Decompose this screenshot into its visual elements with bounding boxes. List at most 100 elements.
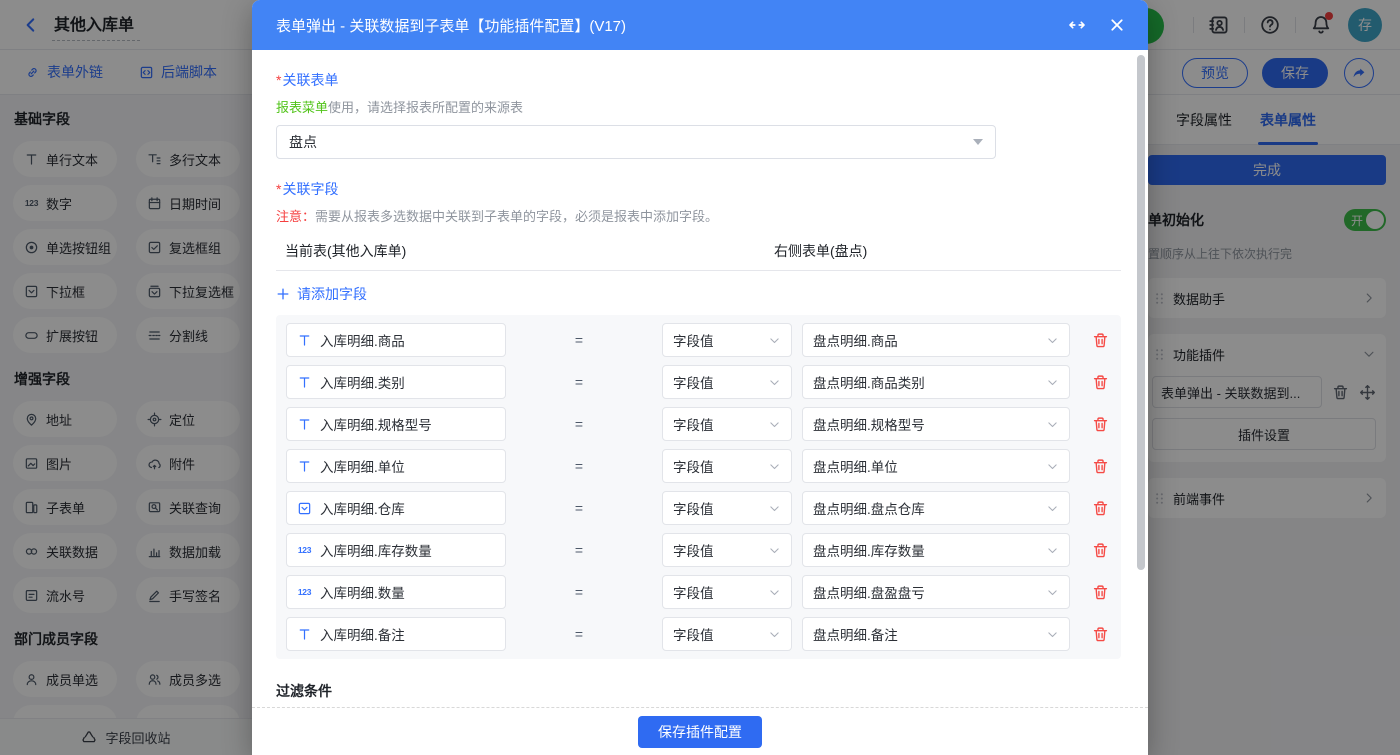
equals-sign: = xyxy=(569,332,589,348)
chevron-down-icon xyxy=(768,418,781,431)
right-field-select[interactable]: 盘点明细.盘盈盘亏 xyxy=(802,575,1070,609)
right-field-select[interactable]: 盘点明细.规格型号 xyxy=(802,407,1070,441)
mode-select[interactable]: 字段值 xyxy=(662,491,792,525)
delete-row-icon[interactable] xyxy=(1092,332,1109,349)
equals-sign: = xyxy=(569,500,589,516)
field-type-icon: 123 xyxy=(297,585,312,600)
add-field-label: 请添加字段 xyxy=(297,284,367,304)
field-type-icon xyxy=(297,375,312,390)
required-asterisk: * xyxy=(276,181,281,197)
right-field-select[interactable]: 盘点明细.库存数量 xyxy=(802,533,1070,567)
mode-value: 字段值 xyxy=(673,414,762,434)
delete-row-icon[interactable] xyxy=(1092,584,1109,601)
caret-down-icon xyxy=(973,139,983,145)
mode-value: 字段值 xyxy=(673,624,762,644)
field-type-icon xyxy=(297,501,312,516)
right-table-header: 右侧表单(盘点) xyxy=(774,241,867,261)
equals-sign: = xyxy=(569,542,589,558)
chevron-down-icon xyxy=(1046,502,1059,515)
mapping-list: 入库明细.商品 = 字段值 盘点明细.商品 xyxy=(276,315,1121,659)
chevron-down-icon xyxy=(1046,334,1059,347)
mode-select[interactable]: 字段值 xyxy=(662,617,792,651)
plugin-config-modal: 表单弹出 - 关联数据到子表单【功能插件配置】(V17) *关联表单 报表菜单使… xyxy=(252,0,1148,755)
save-plugin-config-button[interactable]: 保存插件配置 xyxy=(638,716,762,748)
mode-select[interactable]: 字段值 xyxy=(662,533,792,567)
left-field-input[interactable]: 入库明细.单位 xyxy=(286,449,506,483)
right-field-value: 盘点明细.备注 xyxy=(813,624,1040,644)
field-type-icon xyxy=(297,459,312,474)
mode-value: 字段值 xyxy=(673,540,762,560)
chevron-down-icon xyxy=(1046,586,1059,599)
field-type-icon xyxy=(297,417,312,432)
app-screen: 其他入库单 存 表单外链 后端脚本 预览 保存 xyxy=(0,0,1400,755)
left-field-value: 入库明细.备注 xyxy=(320,624,405,644)
equals-sign: = xyxy=(569,626,589,642)
delete-row-icon[interactable] xyxy=(1092,626,1109,643)
mapping-columns-header: 当前表(其他入库单) 右侧表单(盘点) xyxy=(276,241,1121,261)
delete-row-icon[interactable] xyxy=(1092,374,1109,391)
mode-select[interactable]: 字段值 xyxy=(662,365,792,399)
mode-value: 字段值 xyxy=(673,498,762,518)
chevron-down-icon xyxy=(1046,418,1059,431)
right-field-value: 盘点明细.单位 xyxy=(813,456,1040,476)
mode-select[interactable]: 字段值 xyxy=(662,449,792,483)
add-field-link[interactable]: 请添加字段 xyxy=(276,284,367,304)
right-field-value: 盘点明细.规格型号 xyxy=(813,414,1040,434)
left-field-input[interactable]: 入库明细.备注 xyxy=(286,617,506,651)
right-field-value: 盘点明细.商品类别 xyxy=(813,372,1040,392)
delete-row-icon[interactable] xyxy=(1092,416,1109,433)
mapping-row: 入库明细.仓库 = 字段值 盘点明细.盘点仓库 xyxy=(286,491,1111,525)
chevron-down-icon xyxy=(1046,544,1059,557)
link-form-hint: 报表菜单使用，请选择报表所配置的来源表 xyxy=(276,97,1121,116)
right-field-select[interactable]: 盘点明细.商品 xyxy=(802,323,1070,357)
mapping-row: 入库明细.备注 = 字段值 盘点明细.备注 xyxy=(286,617,1111,651)
right-field-value: 盘点明细.库存数量 xyxy=(813,540,1040,560)
field-type-icon xyxy=(297,333,312,348)
modal-scrollbar[interactable] xyxy=(1137,55,1145,570)
right-field-select[interactable]: 盘点明细.商品类别 xyxy=(802,365,1070,399)
link-form-value: 盘点 xyxy=(289,132,317,152)
equals-sign: = xyxy=(569,584,589,600)
delete-row-icon[interactable] xyxy=(1092,500,1109,517)
chevron-down-icon xyxy=(768,586,781,599)
left-field-input[interactable]: 入库明细.仓库 xyxy=(286,491,506,525)
mode-select[interactable]: 字段值 xyxy=(662,407,792,441)
left-field-value: 入库明细.数量 xyxy=(320,582,405,602)
equals-sign: = xyxy=(569,374,589,390)
right-field-select[interactable]: 盘点明细.单位 xyxy=(802,449,1070,483)
left-field-input[interactable]: 123 入库明细.数量 xyxy=(286,575,506,609)
link-form-label: *关联表单 xyxy=(276,70,1121,90)
chevron-down-icon xyxy=(1046,628,1059,641)
left-field-input[interactable]: 入库明细.商品 xyxy=(286,323,506,357)
chevron-down-icon xyxy=(1046,460,1059,473)
link-form-select[interactable]: 盘点 xyxy=(276,125,996,159)
mode-select[interactable]: 字段值 xyxy=(662,323,792,357)
left-field-input[interactable]: 入库明细.类别 xyxy=(286,365,506,399)
link-fields-label: *关联字段 xyxy=(276,179,1121,199)
delete-row-icon[interactable] xyxy=(1092,542,1109,559)
expand-icon[interactable] xyxy=(1068,16,1086,34)
link-fields-note: 注意：需要从报表多选数据中关联到子表单的字段，必须是报表中添加字段。 xyxy=(276,206,1121,225)
mode-value: 字段值 xyxy=(673,456,762,476)
chevron-down-icon xyxy=(768,502,781,515)
close-icon[interactable] xyxy=(1108,16,1126,34)
mapping-row: 入库明细.单位 = 字段值 盘点明细.单位 xyxy=(286,449,1111,483)
modal-header: 表单弹出 - 关联数据到子表单【功能插件配置】(V17) xyxy=(252,0,1148,50)
chevron-down-icon xyxy=(768,460,781,473)
right-field-select[interactable]: 盘点明细.盘点仓库 xyxy=(802,491,1070,525)
left-field-input[interactable]: 123 入库明细.库存数量 xyxy=(286,533,506,567)
mode-select[interactable]: 字段值 xyxy=(662,575,792,609)
modal-body: *关联表单 报表菜单使用，请选择报表所配置的来源表 盘点 *关联字段 注意：需要… xyxy=(252,50,1148,707)
left-field-value: 入库明细.规格型号 xyxy=(320,414,432,434)
mapping-row: 123 入库明细.数量 = 字段值 盘点明细.盘盈盘亏 xyxy=(286,575,1111,609)
required-asterisk: * xyxy=(276,72,281,88)
right-field-value: 盘点明细.盘盈盘亏 xyxy=(813,582,1040,602)
right-field-select[interactable]: 盘点明细.备注 xyxy=(802,617,1070,651)
chevron-down-icon xyxy=(768,628,781,641)
modal-title: 表单弹出 - 关联数据到子表单【功能插件配置】(V17) xyxy=(276,15,1068,36)
delete-row-icon[interactable] xyxy=(1092,458,1109,475)
modal-footer: 保存插件配置 xyxy=(252,707,1148,755)
left-field-value: 入库明细.库存数量 xyxy=(320,540,432,560)
mode-value: 字段值 xyxy=(673,582,762,602)
left-field-input[interactable]: 入库明细.规格型号 xyxy=(286,407,506,441)
